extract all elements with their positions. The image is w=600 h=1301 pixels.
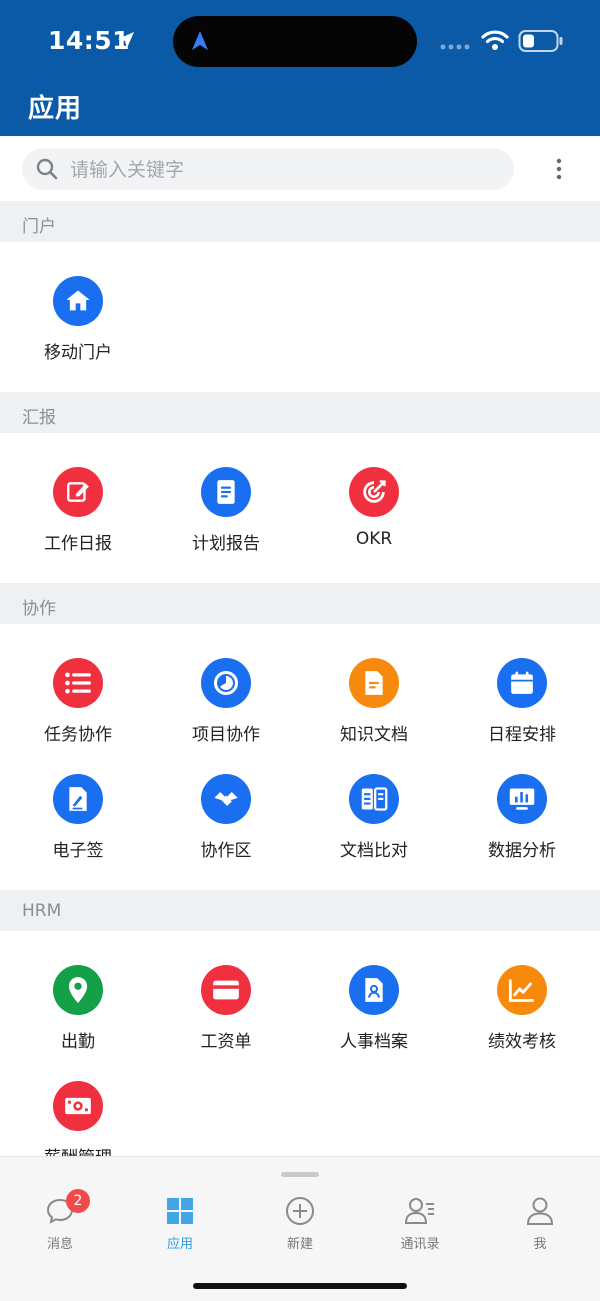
app-data-analysis[interactable]: 数据分析 <box>448 774 596 861</box>
target-icon <box>349 467 399 517</box>
section-header-portal: 门户 <box>0 201 600 242</box>
more-vertical-icon[interactable] <box>549 156 569 182</box>
app-knowledge-docs[interactable]: 知识文档 <box>300 658 448 745</box>
person-icon <box>480 1195 600 1227</box>
tab-label: 新建 <box>286 1237 313 1252</box>
app-header: 14:51 应用 <box>0 0 600 136</box>
tab-new[interactable]: 新建 <box>240 1195 360 1252</box>
bottom-tab-bar: 消息 2 应用 新建 通讯录 我 <box>0 1156 600 1301</box>
app-compensation[interactable]: 薪酬管理 <box>4 1081 152 1168</box>
app-attendance[interactable]: 出勤 <box>4 965 152 1052</box>
calendar-icon <box>497 658 547 708</box>
app-label: 计划报告 <box>192 534 260 554</box>
app-label: 工作日报 <box>44 534 112 554</box>
tab-label: 通讯录 <box>400 1237 440 1252</box>
app-label: 文档比对 <box>340 841 408 861</box>
tab-contacts[interactable]: 通讯录 <box>360 1195 480 1252</box>
app-label: OKR <box>355 529 393 549</box>
unread-badge: 2 <box>66 1189 90 1213</box>
app-project-collab[interactable]: 项目协作 <box>152 658 300 745</box>
location-icon <box>53 965 103 1015</box>
navigation-arrow-icon <box>192 31 208 50</box>
plus-circle-icon <box>240 1195 360 1227</box>
app-hr-records[interactable]: 人事档案 <box>300 965 448 1052</box>
clock-icon <box>201 658 251 708</box>
app-task-collab[interactable]: 任务协作 <box>4 658 152 745</box>
section-title: 门户 <box>22 217 56 237</box>
search-row <box>0 136 600 200</box>
compare-icon <box>349 774 399 824</box>
section-header-hrm: HRM <box>0 890 600 931</box>
app-label: 知识文档 <box>340 725 408 745</box>
tab-messages[interactable]: 消息 2 <box>0 1189 120 1252</box>
app-label: 出勤 <box>61 1032 95 1052</box>
app-label: 工资单 <box>200 1032 252 1052</box>
section-title: 协作 <box>22 599 56 619</box>
search-icon <box>36 158 58 180</box>
location-arrow-icon <box>118 32 134 48</box>
app-doc-compare[interactable]: 文档比对 <box>300 774 448 861</box>
contacts-icon <box>360 1195 480 1227</box>
battery-icon <box>518 30 563 52</box>
handshake-icon <box>201 774 251 824</box>
tab-label: 消息 <box>46 1237 73 1252</box>
app-e-sign[interactable]: 电子签 <box>4 774 152 861</box>
app-okr[interactable]: OKR <box>300 467 448 549</box>
edit-icon <box>53 467 103 517</box>
search-input[interactable] <box>68 148 492 192</box>
wifi-icon <box>481 30 509 50</box>
tab-label: 应用 <box>166 1237 193 1252</box>
grid-icon <box>120 1195 240 1227</box>
app-payslip[interactable]: 工资单 <box>152 965 300 1052</box>
profile-icon <box>349 965 399 1015</box>
app-label: 日程安排 <box>488 725 556 745</box>
app-work-daily[interactable]: 工作日报 <box>4 467 152 554</box>
file-icon <box>349 658 399 708</box>
app-label: 项目协作 <box>192 725 260 745</box>
sheet-handle[interactable] <box>281 1172 319 1177</box>
section-title: HRM <box>22 901 62 921</box>
chart-icon <box>497 774 547 824</box>
app-label: 数据分析 <box>488 841 556 861</box>
home-icon <box>53 276 103 326</box>
app-label: 电子签 <box>52 841 104 861</box>
sign-icon <box>53 774 103 824</box>
card-icon <box>201 965 251 1015</box>
search-box[interactable] <box>22 148 514 192</box>
section-header-collab: 协作 <box>0 583 600 624</box>
app-label: 移动门户 <box>44 343 112 363</box>
tab-me[interactable]: 我 <box>480 1195 600 1252</box>
app-label: 协作区 <box>200 841 252 861</box>
app-plan-report[interactable]: 计划报告 <box>152 467 300 554</box>
trend-icon <box>497 965 547 1015</box>
page-title: 应用 <box>28 94 83 124</box>
tab-label: 我 <box>533 1237 547 1252</box>
app-mobile-portal[interactable]: 移动门户 <box>4 276 152 363</box>
section-title: 汇报 <box>22 408 56 428</box>
tab-apps[interactable]: 应用 <box>120 1195 240 1252</box>
section-header-report: 汇报 <box>0 392 600 433</box>
app-label: 绩效考核 <box>488 1032 556 1052</box>
money-icon <box>53 1081 103 1131</box>
app-schedule[interactable]: 日程安排 <box>448 658 596 745</box>
cellular-signal-icon <box>440 44 470 50</box>
chat-bubble-icon <box>0 1195 120 1227</box>
app-performance[interactable]: 绩效考核 <box>448 965 596 1052</box>
app-collab-zone[interactable]: 协作区 <box>152 774 300 861</box>
home-indicator <box>193 1283 407 1289</box>
list-icon <box>53 658 103 708</box>
app-label: 人事档案 <box>340 1032 408 1052</box>
app-label: 任务协作 <box>44 725 112 745</box>
document-icon <box>201 467 251 517</box>
